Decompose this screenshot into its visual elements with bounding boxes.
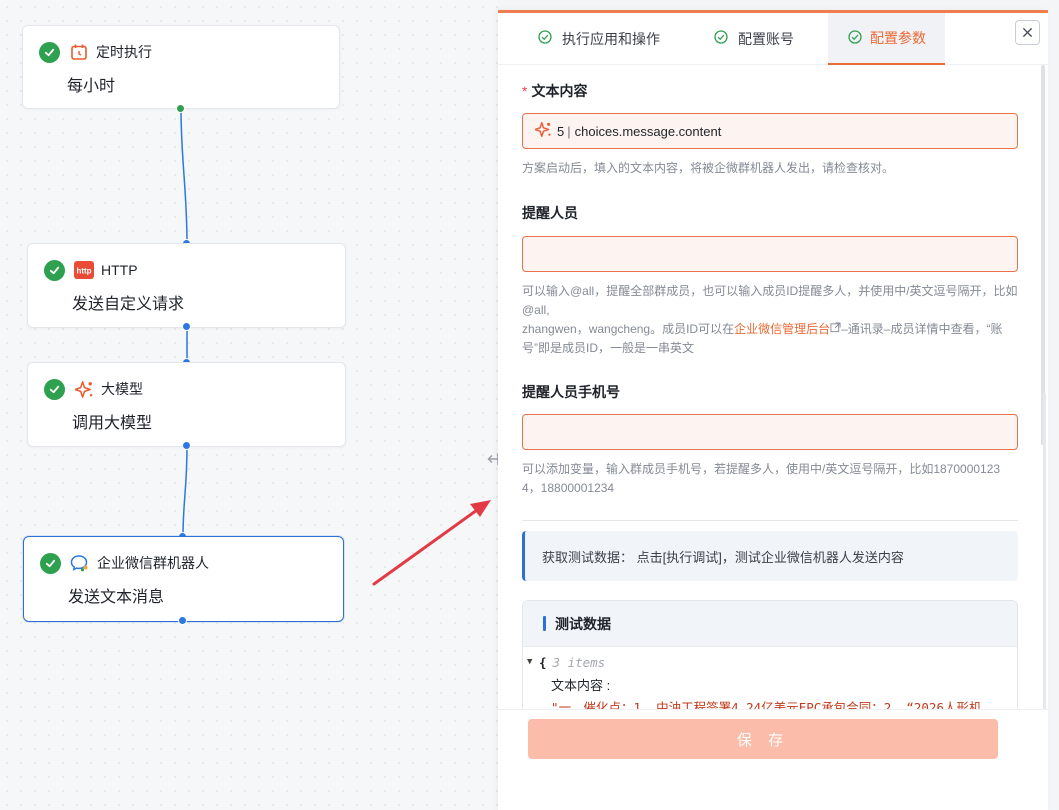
panel-resize-handle[interactable] [487, 450, 498, 468]
node-output-port[interactable] [182, 441, 191, 450]
node-app-name: 大模型 [101, 381, 143, 397]
test-data-title: 测试数据 [555, 615, 611, 632]
config-panel: 执行应用和操作 配置账号 配置参数 * 文本内容 5 | choices.mes… [498, 10, 1048, 810]
sparkle-icon [534, 121, 552, 141]
title-accent-bar [543, 616, 546, 631]
config-tabs: 执行应用和操作 配置账号 配置参数 [498, 13, 1048, 65]
tab-app-and-action[interactable]: 执行应用和操作 [522, 13, 678, 65]
field-label-mention-mobiles: 提醒人员手机号 [522, 384, 620, 400]
check-circle-icon [714, 30, 728, 47]
test-data-tip: 获取测试数据： 点击[执行调试]，测试企业微信机器人发送内容 [522, 531, 1018, 581]
json-key: 文本内容 : [551, 677, 611, 693]
section-divider [522, 520, 1018, 521]
field-label-text-content: * 文本内容 [522, 83, 588, 99]
success-check-icon [44, 259, 65, 281]
svg-text:http: http [76, 267, 91, 276]
text-content-hint: 方案启动后，填入的文本内容，将被企微群机器人发出，请检查核对。 [522, 161, 895, 175]
save-button[interactable]: 保 存 [528, 719, 998, 759]
success-check-icon [40, 552, 61, 574]
tab-account[interactable]: 配置账号 [698, 13, 812, 65]
wecom-robot-icon [70, 553, 90, 573]
panel-scrollbar[interactable] [1041, 65, 1045, 445]
node-action-name: 发送文本消息 [68, 589, 165, 606]
variable-token[interactable]: 5 | choices.message.content [534, 121, 722, 141]
workflow-node-schedule[interactable]: 定时执行 每小时 [22, 25, 340, 109]
node-action-name: 调用大模型 [72, 415, 153, 432]
edge-1-2 [180, 108, 188, 245]
check-circle-icon [848, 30, 862, 47]
token-path: choices.message.content [574, 123, 722, 139]
resize-arrows-icon [487, 453, 498, 465]
test-data-panel: 测试数据 ▼ { 3 items 文本内容 : "一、催化点：1. 中油工程签署… [522, 600, 1018, 720]
field-label-mention-members: 提醒人员 [522, 205, 578, 221]
calendar-clock-icon [69, 42, 89, 62]
mention-mobiles-input[interactable] [522, 414, 1018, 450]
node-output-port[interactable] [176, 104, 185, 113]
node-action-name: 发送自定义请求 [72, 296, 185, 313]
success-check-icon [44, 378, 65, 400]
node-output-port[interactable] [182, 322, 191, 331]
close-button[interactable] [1015, 20, 1040, 45]
sparkle-icon [74, 379, 94, 399]
workflow-node-http[interactable]: http HTTP 发送自定义请求 [27, 243, 346, 328]
text-content-input[interactable]: 5 | choices.message.content [522, 113, 1018, 149]
check-circle-icon [538, 30, 552, 47]
close-icon [1022, 27, 1033, 38]
mention-mobiles-hint: 可以添加变量，输入群成员手机号，若提醒多人，使用中/英文逗号隔开，比如18700… [522, 462, 1001, 495]
collapse-caret-icon[interactable]: ▼ [527, 657, 539, 667]
required-mark: * [522, 83, 528, 99]
tab-label: 配置账号 [738, 31, 794, 47]
panel-scrollbar-track [1043, 393, 1046, 753]
node-app-name: 企业微信群机器人 [97, 555, 209, 571]
edge-3-4 [182, 445, 188, 538]
node-output-port[interactable] [178, 616, 187, 625]
json-viewer[interactable]: ▼ { 3 items 文本内容 : "一、催化点：1. 中油工程签署4.24亿… [523, 647, 1017, 717]
mention-members-input[interactable] [522, 236, 1018, 272]
workflow-canvas[interactable]: 定时执行 每小时 http HTTP 发送自定义请求 大模型 调用大模型 企业微… [0, 0, 498, 810]
annotation-arrow [372, 500, 491, 586]
workflow-node-wecom-robot[interactable]: 企业微信群机器人 发送文本消息 [23, 536, 344, 622]
wecom-admin-link[interactable]: 企业微信管理后台 [734, 322, 830, 336]
mention-members-hint: 可以输入@all，提醒全部群成员，也可以输入成员ID提醒多人，并使用中/英文逗号… [522, 284, 1018, 355]
tab-label: 执行应用和操作 [562, 31, 660, 47]
workflow-node-llm[interactable]: 大模型 调用大模型 [27, 362, 346, 447]
tab-label: 配置参数 [870, 30, 926, 46]
tab-parameters[interactable]: 配置参数 [828, 13, 945, 65]
external-link-icon [830, 322, 841, 336]
success-check-icon [39, 41, 60, 63]
node-action-name: 每小时 [67, 78, 116, 95]
node-app-name: HTTP [101, 262, 138, 278]
panel-footer: 保 存 [498, 709, 1048, 810]
node-app-name: 定时执行 [96, 44, 152, 60]
http-icon: http [74, 260, 94, 280]
